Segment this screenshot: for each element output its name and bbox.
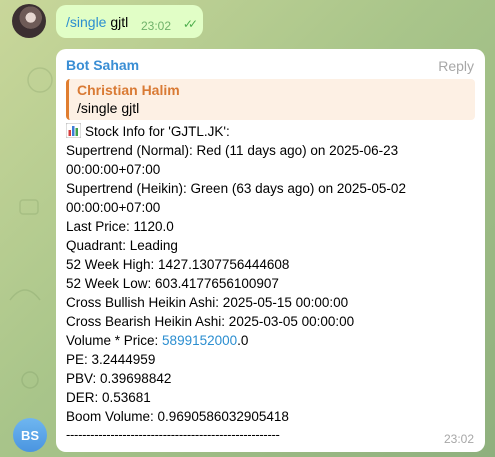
message-time: 23:02 bbox=[140, 19, 171, 33]
message-line: PBV: 0.39698842 bbox=[66, 371, 172, 386]
message-line: Cross Bearish Heikin Ashi: 2025-03-05 00… bbox=[66, 314, 355, 329]
message-line: 52 Week High: 1427.1307756444608 bbox=[66, 257, 290, 272]
message-line: DER: 0.53681 bbox=[66, 390, 151, 405]
message-line: Supertrend (Heikin): Green (63 days ago)… bbox=[66, 181, 406, 196]
quoted-message[interactable]: Christian Halim /single gjtl bbox=[66, 79, 475, 120]
volume-suffix: .0 bbox=[237, 333, 249, 348]
command-link[interactable]: /single bbox=[66, 14, 106, 30]
message-line: Last Price: 1120.0 bbox=[66, 219, 174, 234]
sender-name[interactable]: Bot Saham bbox=[66, 57, 475, 73]
message-line: Boom Volume: 0.9690586032905418 bbox=[66, 409, 289, 424]
message-line: Volume * Price: 5899152000.0 bbox=[66, 331, 475, 350]
double-check-icon: ✓✓ bbox=[182, 17, 198, 31]
quote-author: Christian Halim bbox=[77, 82, 180, 98]
message-line: 00:00:00+07:00 bbox=[66, 162, 161, 177]
message-line: Cross Bullish Heikin Ashi: 2025-05-15 00… bbox=[66, 295, 349, 310]
separator-line: ----------------------------------------… bbox=[66, 427, 280, 442]
bar-chart-icon bbox=[66, 123, 81, 138]
outgoing-message[interactable]: /single gjtl 23:02 ✓✓ bbox=[56, 5, 203, 38]
message-line: 00:00:00+07:00 bbox=[66, 200, 161, 215]
bot-avatar[interactable]: BS bbox=[13, 418, 47, 452]
volume-label: Volume * Price: bbox=[66, 333, 163, 348]
message-line: Supertrend (Normal): Red (11 days ago) o… bbox=[66, 143, 399, 158]
message-line: 52 Week Low: 603.4177656100907 bbox=[66, 276, 279, 291]
message-time: 23:02 bbox=[443, 432, 474, 446]
message-body: Stock Info for 'GJTL.JK': Supertrend (No… bbox=[66, 122, 475, 426]
message-line: PE: 3.2444959 bbox=[66, 352, 156, 367]
reply-button[interactable]: Reply bbox=[438, 58, 474, 74]
message-line: Quadrant: Leading bbox=[66, 238, 178, 253]
command-argument: gjtl bbox=[106, 14, 129, 30]
incoming-message[interactable]: Bot Saham Reply Christian Halim /single … bbox=[56, 49, 485, 452]
message-line: Stock Info for 'GJTL.JK': bbox=[66, 122, 475, 141]
volume-phone-link[interactable]: 5899152000 bbox=[162, 333, 237, 348]
user-avatar[interactable] bbox=[12, 4, 46, 38]
quote-text: /single gjtl bbox=[77, 100, 140, 116]
stock-info-title: Stock Info for 'GJTL.JK': bbox=[85, 124, 230, 139]
